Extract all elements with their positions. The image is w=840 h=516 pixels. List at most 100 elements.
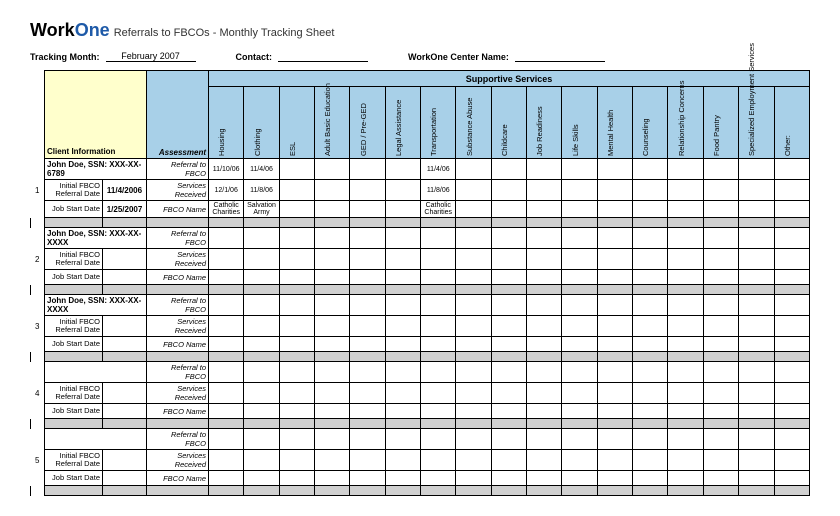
data-cell[interactable] <box>350 316 385 337</box>
data-cell[interactable] <box>209 270 244 285</box>
data-cell[interactable] <box>491 159 526 180</box>
data-cell[interactable] <box>597 429 632 450</box>
data-cell[interactable] <box>279 429 314 450</box>
data-cell[interactable] <box>244 362 279 383</box>
data-cell[interactable] <box>703 383 738 404</box>
data-cell[interactable] <box>456 429 491 450</box>
data-cell[interactable] <box>774 295 810 316</box>
data-cell[interactable] <box>703 450 738 471</box>
data-cell[interactable] <box>597 228 632 249</box>
data-cell[interactable] <box>562 404 597 419</box>
data-cell[interactable] <box>421 450 456 471</box>
data-cell[interactable] <box>279 316 314 337</box>
data-cell[interactable] <box>668 159 703 180</box>
data-cell[interactable] <box>633 429 668 450</box>
data-cell[interactable] <box>562 270 597 285</box>
data-cell[interactable] <box>279 180 314 201</box>
data-cell[interactable] <box>668 362 703 383</box>
data-cell[interactable] <box>491 471 526 486</box>
data-cell[interactable] <box>350 404 385 419</box>
data-cell[interactable] <box>279 228 314 249</box>
center-value[interactable] <box>515 61 605 62</box>
data-cell[interactable] <box>209 404 244 419</box>
data-cell[interactable] <box>633 471 668 486</box>
data-cell[interactable] <box>703 159 738 180</box>
data-cell[interactable] <box>668 228 703 249</box>
data-cell[interactable] <box>315 249 350 270</box>
data-cell[interactable] <box>527 316 562 337</box>
data-cell[interactable] <box>527 201 562 218</box>
data-cell[interactable] <box>350 383 385 404</box>
data-cell[interactable] <box>491 429 526 450</box>
data-cell[interactable] <box>279 201 314 218</box>
data-cell[interactable] <box>456 362 491 383</box>
data-cell[interactable] <box>597 404 632 419</box>
data-cell[interactable] <box>597 450 632 471</box>
data-cell[interactable] <box>774 159 810 180</box>
data-cell[interactable] <box>209 471 244 486</box>
data-cell[interactable] <box>385 159 420 180</box>
data-cell[interactable] <box>456 159 491 180</box>
data-cell[interactable] <box>668 270 703 285</box>
data-cell[interactable] <box>244 295 279 316</box>
data-cell[interactable] <box>562 295 597 316</box>
data-cell[interactable] <box>315 429 350 450</box>
data-cell[interactable] <box>739 201 774 218</box>
data-cell[interactable] <box>703 295 738 316</box>
data-cell[interactable] <box>491 228 526 249</box>
data-cell[interactable] <box>774 249 810 270</box>
data-cell[interactable] <box>597 471 632 486</box>
data-cell[interactable] <box>597 383 632 404</box>
data-cell[interactable] <box>739 249 774 270</box>
data-cell[interactable] <box>350 249 385 270</box>
data-cell[interactable] <box>633 383 668 404</box>
data-cell[interactable] <box>350 201 385 218</box>
jobstart-date[interactable]: 1/25/2007 <box>103 201 147 218</box>
data-cell[interactable] <box>527 362 562 383</box>
data-cell[interactable] <box>703 270 738 285</box>
data-cell[interactable] <box>279 362 314 383</box>
data-cell[interactable] <box>385 201 420 218</box>
data-cell[interactable] <box>350 471 385 486</box>
data-cell[interactable]: 11/4/06 <box>421 159 456 180</box>
data-cell[interactable] <box>774 383 810 404</box>
data-cell[interactable] <box>597 180 632 201</box>
data-cell[interactable] <box>244 337 279 352</box>
data-cell[interactable] <box>209 429 244 450</box>
data-cell[interactable] <box>774 201 810 218</box>
data-cell[interactable] <box>350 270 385 285</box>
data-cell[interactable] <box>209 228 244 249</box>
data-cell[interactable] <box>527 450 562 471</box>
data-cell[interactable] <box>209 337 244 352</box>
data-cell[interactable] <box>279 270 314 285</box>
data-cell[interactable] <box>491 270 526 285</box>
data-cell[interactable] <box>562 450 597 471</box>
data-cell[interactable] <box>456 450 491 471</box>
data-cell[interactable] <box>739 337 774 352</box>
data-cell[interactable] <box>385 295 420 316</box>
data-cell[interactable] <box>739 295 774 316</box>
data-cell[interactable] <box>668 471 703 486</box>
data-cell[interactable] <box>668 383 703 404</box>
data-cell[interactable] <box>385 316 420 337</box>
data-cell[interactable] <box>527 270 562 285</box>
data-cell[interactable] <box>703 362 738 383</box>
referral-date[interactable] <box>103 316 147 337</box>
data-cell[interactable] <box>350 337 385 352</box>
data-cell[interactable] <box>279 337 314 352</box>
data-cell[interactable] <box>739 429 774 450</box>
data-cell[interactable] <box>527 383 562 404</box>
data-cell[interactable] <box>668 429 703 450</box>
data-cell[interactable] <box>562 383 597 404</box>
data-cell[interactable] <box>703 228 738 249</box>
data-cell[interactable] <box>774 450 810 471</box>
data-cell[interactable]: 12/1/06 <box>209 180 244 201</box>
referral-date[interactable] <box>103 249 147 270</box>
data-cell[interactable] <box>527 249 562 270</box>
data-cell[interactable] <box>315 270 350 285</box>
data-cell[interactable] <box>244 383 279 404</box>
data-cell[interactable] <box>421 383 456 404</box>
data-cell[interactable] <box>315 228 350 249</box>
data-cell[interactable] <box>774 404 810 419</box>
data-cell[interactable]: 11/8/06 <box>244 180 279 201</box>
